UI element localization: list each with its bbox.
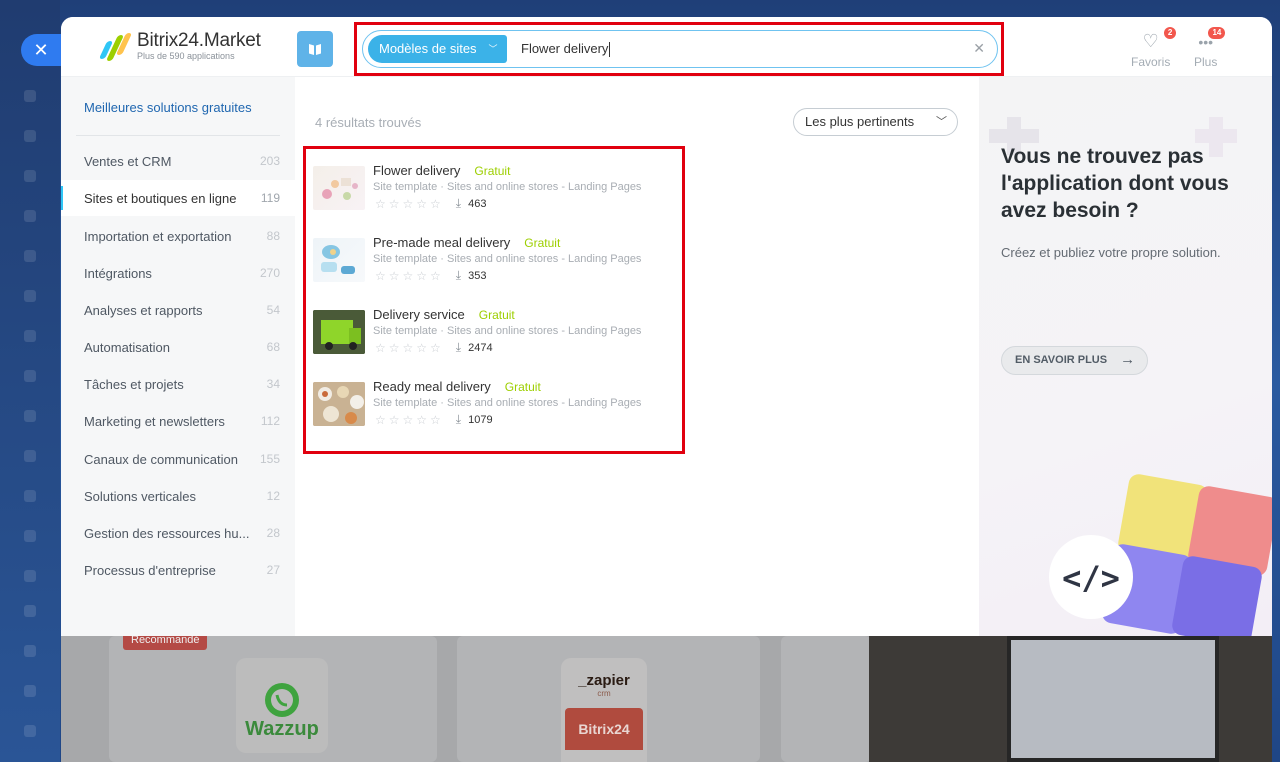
logo[interactable]: Bitrix24.Market Plus de 590 applications: [97, 31, 261, 62]
favorites-label: Favoris: [1131, 55, 1171, 69]
result-price: Gratuit: [524, 236, 561, 250]
search-bar[interactable]: Modèles de sites ﹀ Flower delivery ✕: [362, 30, 998, 68]
sidebar-item-business-processes[interactable]: Processus d'entreprise 27: [61, 552, 295, 588]
background-screenshot: [869, 636, 1272, 762]
book-icon: [309, 43, 321, 55]
background-market-cards: Recommandé Wazzup _zapier crm Bitrix24: [61, 636, 1272, 762]
download-count: 353: [468, 269, 487, 282]
recommended-badge: Recommandé: [123, 636, 208, 650]
chevron-down-icon: ﹀: [488, 44, 498, 54]
logo-subtitle: Plus de 590 applications: [137, 51, 235, 61]
premade-meal-thumbnail: [313, 238, 365, 282]
more-count-badge: 14: [1208, 27, 1226, 39]
sidebar-item-vertical[interactable]: Solutions verticales 12: [61, 478, 295, 514]
flower-delivery-thumbnail: [313, 166, 365, 210]
arrow-right-icon: →: [1120, 351, 1136, 368]
learn-more-button[interactable]: EN SAVOIR PLUS →: [1001, 346, 1149, 375]
download-icon: ⤓: [455, 340, 462, 354]
heart-icon: ♡: [1142, 31, 1159, 51]
sidebar-item-integrations[interactable]: Intégrations 270: [61, 255, 295, 291]
rating-stars-icon: ☆☆☆☆☆: [375, 340, 444, 355]
sidebar-item-channels[interactable]: Canaux de communication 155: [61, 441, 295, 477]
promo-panel: Vous ne trouvez pas l'application dont v…: [979, 77, 1272, 637]
logo-title: Bitrix24.Market: [137, 30, 261, 51]
puzzle-illustration-icon: </>: [1049, 474, 1272, 637]
sort-label: Les plus pertinents: [805, 114, 915, 129]
result-title[interactable]: Delivery service: [373, 307, 465, 322]
zapier-sub-label: crm: [597, 689, 611, 698]
zapier-logo: _zapier crm Bitrix24: [561, 658, 647, 762]
result-price: Gratuit: [478, 308, 515, 322]
close-icon: ✕: [33, 39, 49, 60]
sidebar-item-marketing[interactable]: Marketing et newsletters 112: [61, 403, 295, 439]
sidebar-item-sales-crm[interactable]: Ventes et CRM 203: [61, 143, 295, 179]
result-item-flower-delivery[interactable]: Flower delivery Gratuit Site template · S…: [313, 163, 673, 213]
wazzup-logo: Wazzup: [236, 658, 328, 753]
wazzup-label: Wazzup: [245, 718, 319, 740]
search-category-chip[interactable]: Modèles de sites ﹀: [368, 35, 507, 63]
delivery-service-thumbnail: [313, 310, 365, 354]
chevron-down-icon: ﹀: [936, 116, 947, 128]
result-subtitle: Site template · Sites and online stores …: [373, 181, 642, 193]
clear-search-icon[interactable]: ✕: [973, 40, 985, 57]
rating-stars-icon: ☆☆☆☆☆: [375, 196, 444, 211]
sidebar-item-analytics[interactable]: Analyses et rapports 54: [61, 292, 295, 328]
background-left-bar: [0, 0, 60, 762]
result-subtitle: Site template · Sites and online stores …: [373, 397, 642, 409]
promo-title: Vous ne trouvez pas l'application dont v…: [1001, 145, 1229, 222]
favorites-count-badge: 2: [1163, 27, 1177, 39]
svg-text:</>: </>: [1062, 559, 1120, 597]
result-title[interactable]: Pre-made meal delivery: [373, 235, 510, 250]
download-icon: ⤓: [455, 268, 462, 282]
promo-subtitle: Créez et publiez votre propre solution.: [1001, 245, 1221, 260]
market-panel: Bitrix24.Market Plus de 590 applications…: [61, 17, 1272, 637]
download-count: 1079: [468, 413, 493, 426]
rating-stars-icon: ☆☆☆☆☆: [375, 268, 444, 283]
sort-dropdown[interactable]: Les plus pertinents ﹀: [793, 108, 958, 136]
sidebar-item-hr[interactable]: Gestion des ressources hu... 28: [61, 515, 295, 551]
sidebar-item-import-export[interactable]: Importation et exportation 88: [61, 218, 295, 254]
result-item-ready-meal[interactable]: Ready meal delivery Gratuit Site template…: [313, 379, 673, 429]
download-count: 2474: [468, 341, 493, 354]
laptop-screen-image: [1007, 636, 1219, 762]
result-title[interactable]: Ready meal delivery: [373, 379, 491, 394]
sidebar-item-tasks[interactable]: Tâches et projets 34: [61, 366, 295, 402]
bitrix-logo-icon: [97, 32, 133, 61]
sidebar-item-sites-stores[interactable]: Sites et boutiques en ligne 119: [61, 180, 295, 216]
category-sidebar: Meilleures solutions gratuites Ventes et…: [61, 77, 295, 637]
sidebar-divider: [76, 135, 280, 136]
result-subtitle: Site template · Sites and online stores …: [373, 253, 642, 265]
ready-meal-thumbnail: [313, 382, 365, 426]
zapier-label: _zapier: [578, 672, 630, 689]
search-category-label: Modèles de sites: [379, 41, 477, 56]
result-title[interactable]: Flower delivery: [373, 163, 460, 178]
result-price: Gratuit: [474, 164, 511, 178]
close-slider-button[interactable]: ✕: [21, 34, 61, 66]
favorites-button[interactable]: ♡ 2 Favoris: [1131, 27, 1177, 69]
results-area: 4 résultats trouvés Les plus pertinents …: [295, 77, 979, 637]
download-count: 463: [468, 197, 487, 210]
more-label: Plus: [1194, 55, 1218, 69]
results-count: 4 résultats trouvés: [315, 115, 422, 130]
sidebar-best-free-link[interactable]: Meilleures solutions gratuites: [84, 100, 252, 115]
background-card-3: [781, 636, 871, 762]
result-item-delivery-service[interactable]: Delivery service Gratuit Site template · …: [313, 307, 673, 357]
search-input[interactable]: Flower delivery: [521, 41, 941, 58]
rating-stars-icon: ☆☆☆☆☆: [375, 412, 444, 427]
more-button[interactable]: ••• 14 Plus: [1194, 27, 1226, 69]
download-icon: ⤓: [455, 196, 462, 210]
result-subtitle: Site template · Sites and online stores …: [373, 325, 642, 337]
bitrix-label: Bitrix24: [565, 708, 643, 750]
sidebar-item-automation[interactable]: Automatisation 68: [61, 329, 295, 365]
result-item-premade-meal[interactable]: Pre-made meal delivery Gratuit Site templ…: [313, 235, 673, 285]
header: Bitrix24.Market Plus de 590 applications…: [61, 17, 1272, 77]
catalog-book-button[interactable]: [297, 31, 333, 67]
learn-more-label: EN SAVOIR PLUS: [1015, 354, 1108, 366]
result-price: Gratuit: [504, 380, 541, 394]
download-icon: ⤓: [455, 412, 462, 426]
